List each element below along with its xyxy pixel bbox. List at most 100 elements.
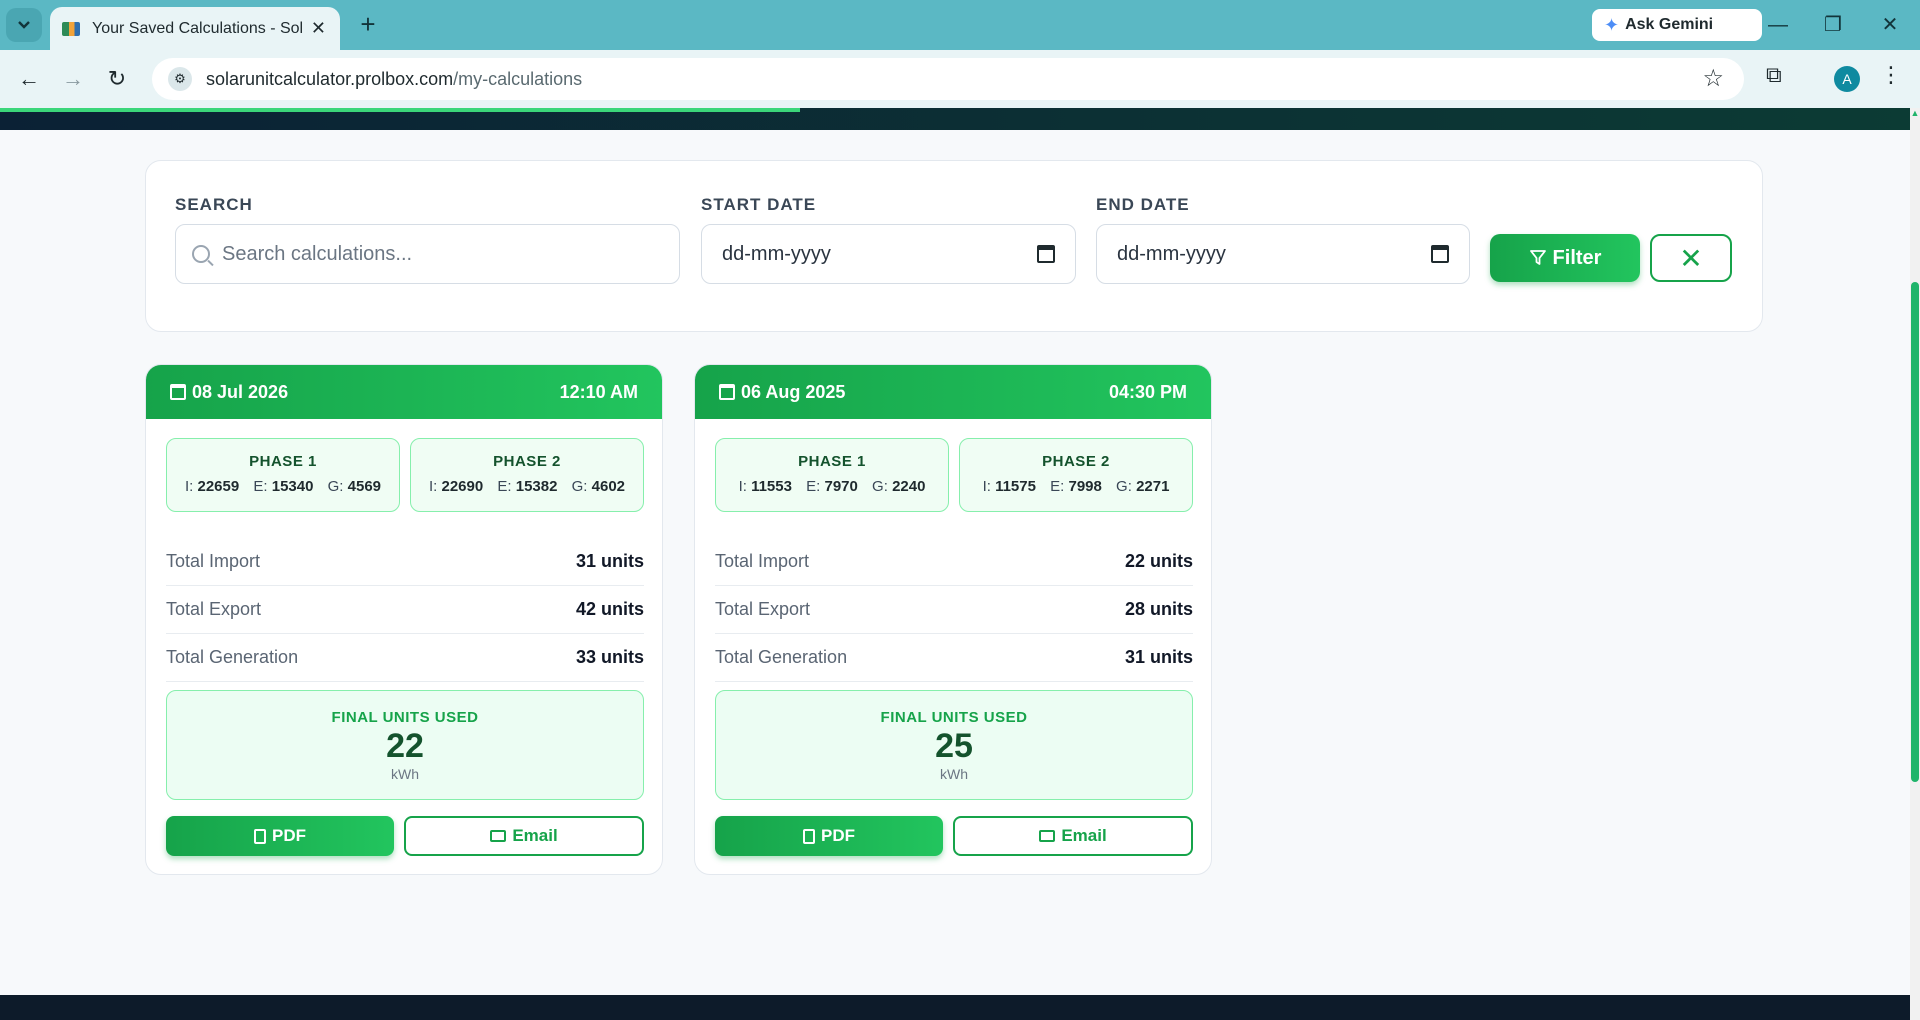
final-units-box: FINAL UNITS USED 22 kWh (166, 690, 644, 800)
phase-readings: PHASE 1 I: 22659 E: 15340 G: 4569 PHASE … (166, 438, 644, 512)
row-label: Total Generation (166, 647, 299, 667)
total-export-row: Total Export 28 units (715, 586, 1193, 634)
email-button[interactable]: Email (404, 816, 644, 856)
calendar-icon (719, 384, 735, 400)
phase-values: I: 11553 E: 7970 G: 2240 (716, 478, 948, 495)
phase-readings: PHASE 1 I: 11553 E: 7970 G: 2240 PHASE 2… (715, 438, 1193, 512)
minimize-icon[interactable]: — (1758, 10, 1798, 40)
tab-close-icon[interactable]: ✕ (311, 18, 326, 39)
row-value: 22 units (1124, 551, 1193, 571)
email-button-label: Email (512, 826, 558, 845)
forward-arrow-icon[interactable]: → (58, 64, 88, 94)
card-date: 08 Jul 2026 (192, 381, 289, 402)
end-date-placeholder: dd-mm-yyyy (1117, 242, 1226, 265)
start-date-input[interactable]: dd-mm-yyyy (701, 224, 1076, 284)
generation-label: G: (1116, 478, 1132, 495)
scroll-up-arrow-icon[interactable]: ▲ (1910, 108, 1920, 120)
import-reading: 11575 (995, 478, 1036, 495)
pdf-button-label: PDF (821, 826, 855, 845)
filter-panel: SEARCH Search calculations... START DATE… (145, 160, 1763, 332)
export-label: E: (1050, 478, 1065, 495)
calendar-icon (170, 384, 186, 400)
export-label: E: (806, 478, 821, 495)
row-value: 31 units (575, 551, 644, 571)
pdf-button-label: PDF (272, 826, 306, 845)
total-import-row: Total Import 22 units (715, 538, 1193, 586)
chevron-down-icon (18, 21, 30, 29)
export-label: E: (497, 478, 512, 495)
total-generation-row: Total Generation 31 units (715, 634, 1193, 682)
end-date-label: END DATE (1096, 195, 1190, 214)
card-time: 04:30 PM (1108, 381, 1187, 402)
url-omnibox[interactable]: ⚙ solarunitcalculator.prolbox.com/my-cal… (152, 58, 1744, 100)
close-window-icon[interactable]: ✕ (1870, 10, 1910, 40)
generation-label: G: (327, 478, 344, 495)
total-generation-row: Total Generation 33 units (166, 634, 644, 682)
site-info-icon[interactable]: ⚙ (168, 67, 192, 91)
card-actions: PDF Email (715, 816, 1193, 856)
phase-title: PHASE 1 (249, 453, 317, 470)
pdf-file-icon (803, 828, 815, 844)
export-reading: 15382 (515, 478, 558, 495)
generation-label: G: (571, 478, 588, 495)
final-units-title: FINAL UNITS USED (331, 709, 479, 726)
browser-menu-icon[interactable]: ⋮ (1880, 62, 1902, 88)
restore-icon[interactable]: ❐ (1813, 10, 1853, 40)
filter-button[interactable]: Filter (1490, 234, 1640, 282)
scrollbar-thumb[interactable] (1911, 282, 1919, 782)
bookmark-star-icon[interactable]: ☆ (1702, 64, 1724, 93)
phase-values: I: 22690 E: 15382 G: 4602 (411, 478, 643, 495)
phase-2-box: PHASE 2 I: 11575 E: 7998 G: 2271 (959, 438, 1193, 512)
active-tab[interactable]: Your Saved Calculations - Solar ✕ (50, 7, 340, 50)
phase-1-box: PHASE 1 I: 11553 E: 7970 G: 2240 (715, 438, 949, 512)
browser-tab-bar: Your Saved Calculations - Solar ✕ + ✦ As… (0, 0, 1920, 50)
pdf-button[interactable]: PDF (715, 816, 943, 856)
end-date-input[interactable]: dd-mm-yyyy (1096, 224, 1470, 284)
site-footer-strip (0, 995, 1910, 1020)
calendar-icon[interactable] (1431, 245, 1449, 263)
final-units-value: 25 (935, 727, 973, 765)
browser-address-bar: ← → ↻ ⚙ solarunitcalculator.prolbox.com /… (0, 50, 1920, 108)
phase-title: PHASE 2 (493, 453, 561, 470)
import-reading: 22690 (441, 478, 484, 495)
final-units-unit: kWh (940, 766, 968, 782)
phase-values: I: 22659 E: 15340 G: 4569 (167, 478, 399, 495)
filter-button-label: Filter (1552, 246, 1602, 269)
extensions-puzzle-icon[interactable]: ⧉ (1766, 62, 1782, 88)
tab-title: Your Saved Calculations - Solar (92, 19, 302, 37)
final-units-unit: kWh (391, 766, 419, 782)
search-input[interactable]: Search calculations... (175, 224, 680, 284)
row-label: Total Export (715, 599, 811, 619)
url-path: /my-calculations (453, 68, 583, 89)
row-label: Total Import (715, 551, 810, 571)
new-tab-button[interactable]: + (352, 9, 384, 41)
final-units-title: FINAL UNITS USED (880, 709, 1028, 726)
toolbar-divider (1736, 16, 1738, 34)
row-value: 42 units (575, 599, 644, 619)
search-label: SEARCH (175, 195, 253, 214)
pdf-button[interactable]: PDF (166, 816, 394, 856)
start-date-label: START DATE (701, 195, 817, 214)
import-reading: 22659 (197, 478, 240, 495)
envelope-icon (1039, 830, 1056, 842)
calendar-icon[interactable] (1037, 245, 1055, 263)
email-button[interactable]: Email (953, 816, 1193, 856)
export-reading: 15340 (271, 478, 314, 495)
envelope-icon (490, 830, 507, 842)
generation-reading: 2271 (1136, 478, 1170, 495)
tab-search-button[interactable] (6, 8, 42, 42)
card-header: 08 Jul 2026 12:10 AM (146, 365, 662, 419)
funnel-icon (1529, 250, 1546, 265)
profile-avatar[interactable]: A (1834, 66, 1860, 92)
export-reading: 7970 (824, 478, 858, 495)
reload-icon[interactable]: ↻ (102, 64, 132, 94)
clear-filters-button[interactable]: ✕ (1650, 234, 1732, 282)
card-actions: PDF Email (166, 816, 644, 856)
total-import-row: Total Import 31 units (166, 538, 644, 586)
final-units-box: FINAL UNITS USED 25 kWh (715, 690, 1193, 800)
row-label: Total Export (166, 599, 262, 619)
start-date-placeholder: dd-mm-yyyy (722, 242, 831, 265)
export-reading: 7998 (1068, 478, 1102, 495)
generation-reading: 4569 (347, 478, 382, 495)
back-arrow-icon[interactable]: ← (14, 64, 44, 94)
